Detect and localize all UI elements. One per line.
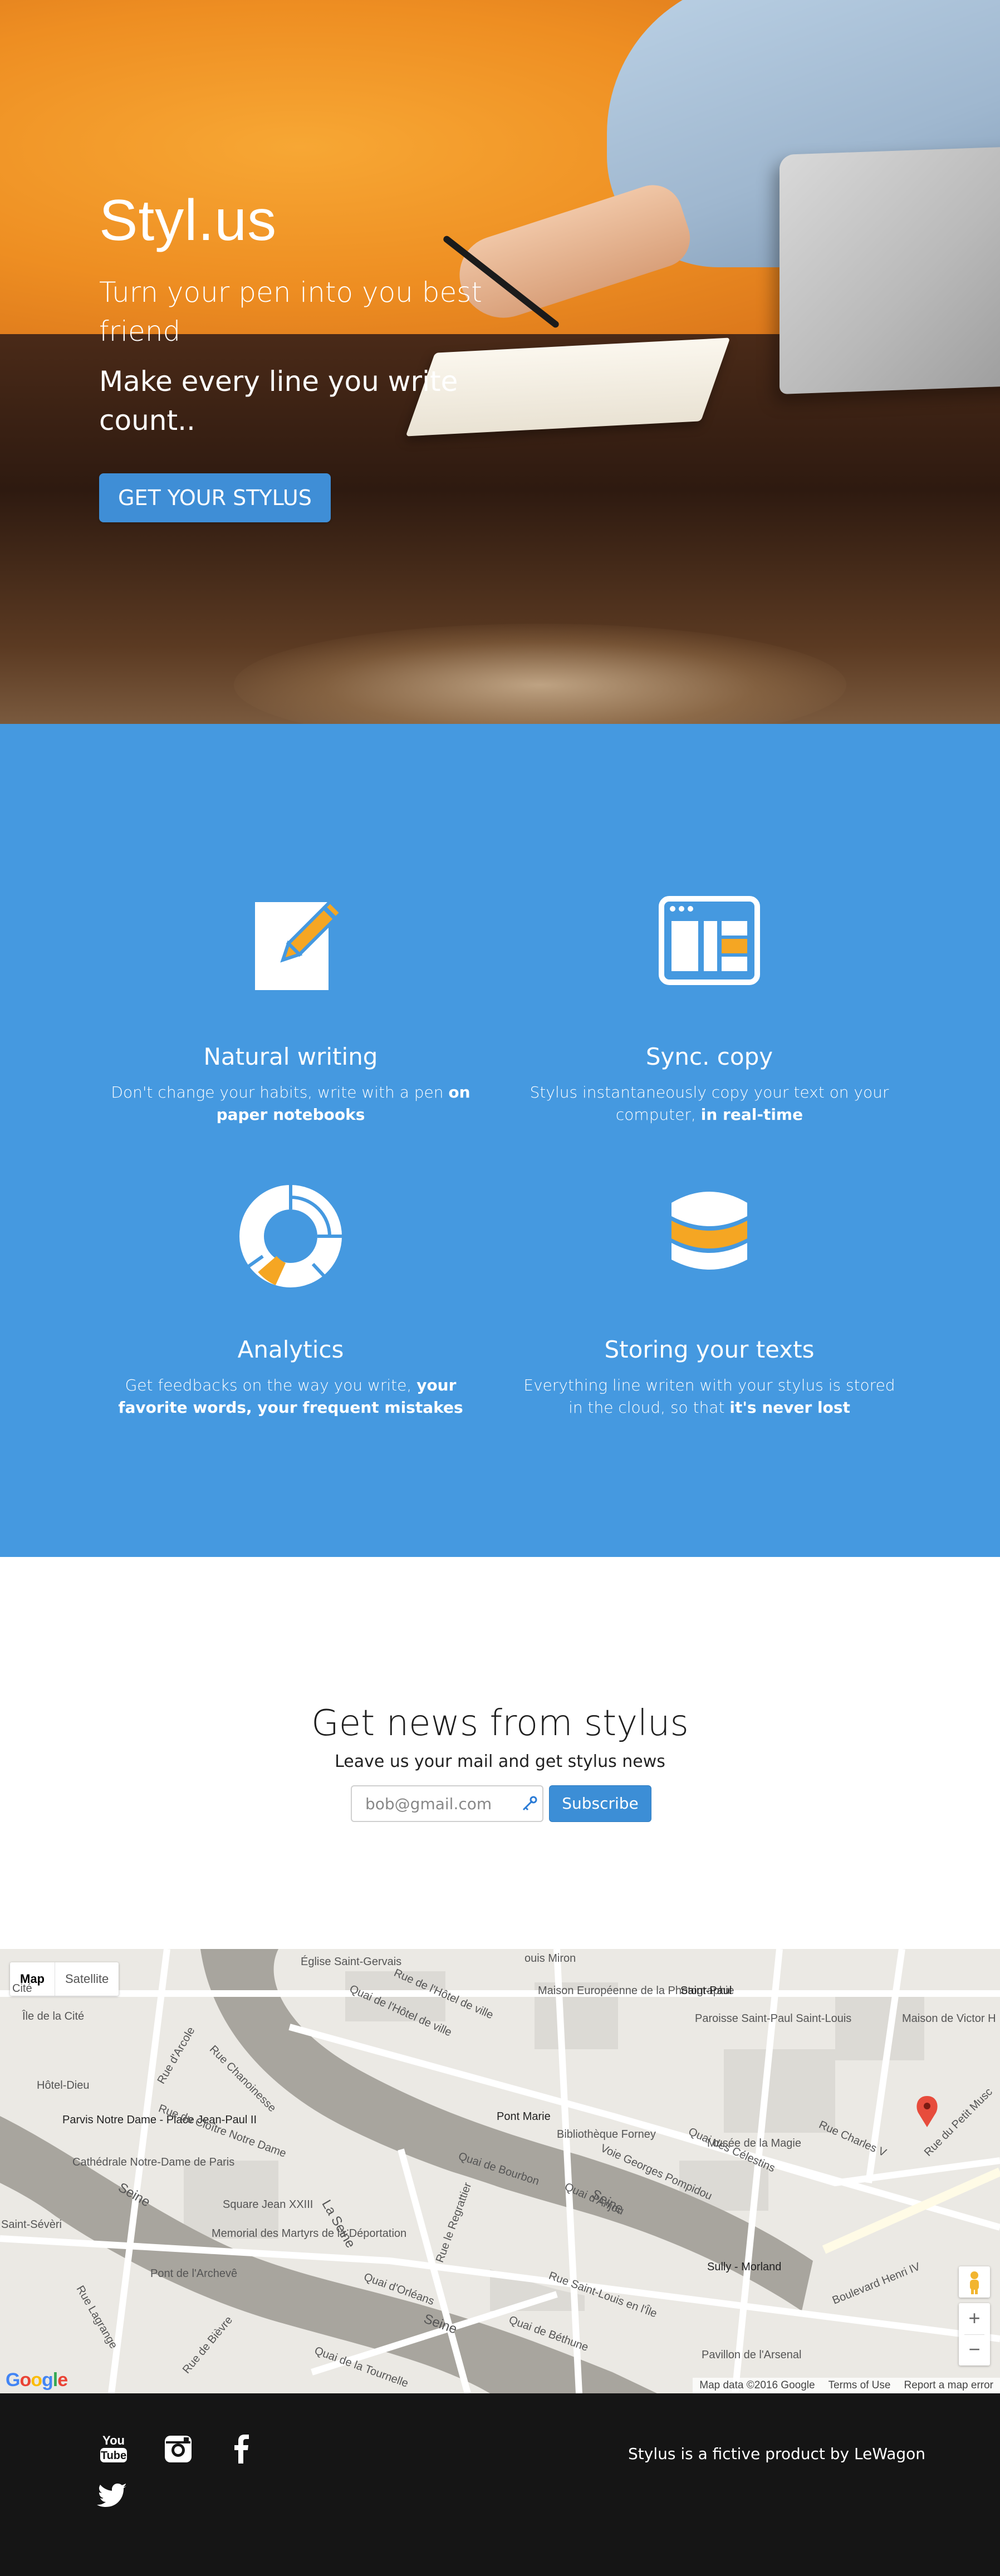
features-section: Natural writing Don't change your habits… — [0, 724, 1000, 1557]
feature-sync-copy: Sync. copy Stylus instantaneously copy y… — [514, 888, 904, 1126]
subscribe-button[interactable]: Subscribe — [549, 1785, 651, 1822]
map-attribution-bar: Map data ©2016 Google Terms of Use Repor… — [693, 2378, 1000, 2393]
newsletter-section: Get news from stylus Leave us your mail … — [0, 1557, 1000, 1949]
map-label: Sully - Morland — [707, 2261, 782, 2273]
map-attribution: Map data ©2016 Google — [699, 2379, 815, 2391]
feature-description: Everything line writen with your stylus … — [514, 1374, 904, 1419]
feature-title: Storing your texts — [604, 1336, 815, 1363]
hero-title: Styl.us — [99, 188, 277, 253]
map-label: Île de la Cité — [22, 2010, 85, 2022]
feature-title: Analytics — [237, 1336, 344, 1363]
location-map[interactable]: Map Satellite Église Saint-Gervais Quai … — [0, 1949, 1000, 2393]
map-label: Parvis Notre Dame - Place Jean-Paul II — [62, 2114, 257, 2126]
map-label: Musée de la Magie — [707, 2137, 801, 2149]
feature-desc-text: Don't change your habits, write with a p… — [111, 1083, 449, 1101]
newsletter-title: Get news from stylus — [311, 1703, 689, 1744]
autofill-key-icon[interactable] — [521, 1795, 538, 1812]
map-label: Memorial des Martyrs de la Déportation — [212, 2227, 407, 2240]
zoom-out-button[interactable]: − — [959, 2334, 990, 2366]
map-label: Paroisse Saint-Paul Saint-Louis — [695, 2012, 852, 2025]
map-type-satellite-button[interactable]: Satellite — [55, 1962, 119, 1996]
database-icon — [654, 1181, 765, 1292]
get-stylus-button[interactable]: GET YOUR STYLUS — [99, 473, 331, 522]
pen-paper-icon — [235, 888, 346, 999]
map-label: Square Jean XXIII — [223, 2198, 313, 2211]
map-label: Hôtel-Dieu — [37, 2079, 90, 2092]
svg-text:You: You — [102, 2433, 125, 2447]
email-input[interactable] — [351, 1785, 543, 1822]
map-label: Cité — [12, 1982, 32, 1995]
feature-desc-bold: in real-time — [700, 1105, 803, 1124]
browser-window-icon — [654, 888, 765, 999]
map-label: Pavillon de l'Arsenal — [702, 2349, 802, 2361]
map-label: Pont de l'Archevê — [150, 2268, 238, 2280]
feature-natural-writing: Natural writing Don't change your habits… — [96, 888, 486, 1126]
zoom-control: + − — [959, 2303, 990, 2366]
map-label: ouis Miron — [524, 1952, 576, 1965]
newsletter-form: Subscribe — [351, 1785, 651, 1822]
youtube-icon[interactable]: You Tube — [97, 2432, 130, 2466]
feature-desc-text: Get feedbacks on the way you write, — [125, 1376, 417, 1394]
map-label: Saint-Sévèri — [1, 2219, 62, 2231]
site-footer: You Tube Stylus is a fictive product by … — [0, 2393, 1000, 2576]
hero-content: Styl.us Turn your pen into you best frie… — [99, 187, 489, 522]
feature-description: Don't change your habits, write with a p… — [96, 1081, 486, 1126]
zoom-in-button[interactable]: + — [959, 2303, 990, 2334]
feature-description: Get feedbacks on the way you write, your… — [96, 1374, 486, 1419]
map-label: Pont Marie — [497, 2110, 551, 2123]
map-label: Église Saint-Gervais — [301, 1956, 402, 1968]
map-label: Saint-Paul — [680, 1985, 732, 1997]
feature-desc-bold: it's never lost — [729, 1398, 850, 1417]
footer-credit: Stylus is a fictive product by LeWagon — [628, 2445, 926, 2463]
newsletter-subtitle: Leave us your mail and get stylus news — [335, 1752, 665, 1771]
map-label: Maison de Victor H — [902, 2012, 996, 2025]
feature-description: Stylus instantaneously copy your text on… — [514, 1081, 904, 1126]
map-label: Bibliothèque Forney — [557, 2128, 656, 2141]
hero-laptop — [780, 145, 1000, 395]
hero-subtitle: Turn your pen into you best friend — [99, 276, 482, 347]
zoom-divider — [964, 2334, 984, 2335]
street-view-pegman[interactable] — [959, 2266, 990, 2298]
instagram-icon[interactable] — [161, 2432, 195, 2466]
hero-banner: Styl.us Turn your pen into you best frie… — [0, 0, 1000, 724]
feature-analytics: Analytics Get feedbacks on the way you w… — [96, 1181, 486, 1419]
google-logo[interactable]: Google — [6, 2369, 68, 2391]
svg-text:Tube: Tube — [101, 2450, 126, 2462]
twitter-icon[interactable] — [97, 2478, 130, 2511]
map-terms-link[interactable]: Terms of Use — [822, 2378, 898, 2393]
feature-title: Natural writing — [203, 1043, 378, 1070]
map-label: Cathédrale Notre-Dame de Paris — [72, 2156, 235, 2168]
feature-title: Sync. copy — [645, 1043, 773, 1070]
map-report-link[interactable]: Report a map error — [897, 2378, 1000, 2393]
feature-storing-texts: Storing your texts Everything line write… — [514, 1181, 904, 1419]
donut-chart-icon — [235, 1181, 346, 1292]
hero-subtitle-2: Make every line you write count.. — [99, 365, 458, 437]
facebook-icon[interactable] — [225, 2432, 258, 2466]
